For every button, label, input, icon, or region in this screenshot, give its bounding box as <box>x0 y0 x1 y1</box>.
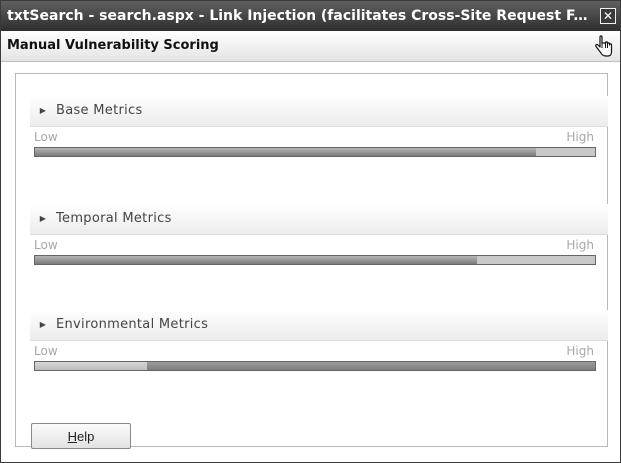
base-metrics-score-bar <box>34 147 596 157</box>
environmental-metrics-section: ▶ Environmental Metrics Low High <box>30 310 608 371</box>
scale-high-label: High <box>566 344 594 358</box>
scale-labels: Low High <box>30 341 608 361</box>
title-bar: txtSearch - search.aspx - Link Injection… <box>1 1 620 31</box>
base-metrics-section: ▶ Base Metrics Low High <box>30 96 608 157</box>
triangle-right-icon: ▶ <box>39 214 47 223</box>
score-bar-fill <box>35 256 478 264</box>
dialog-header: Manual Vulnerability Scoring <box>1 31 620 62</box>
scale-high-label: High <box>566 130 594 144</box>
scale-low-label: Low <box>34 238 58 252</box>
window-title: txtSearch - search.aspx - Link Injection… <box>7 8 589 24</box>
help-label: elp <box>77 428 95 444</box>
section-title: Environmental Metrics <box>56 317 209 332</box>
temporal-metrics-section: ▶ Temporal Metrics Low High <box>30 204 608 265</box>
scale-high-label: High <box>566 238 594 252</box>
scale-labels: Low High <box>30 127 608 147</box>
metrics-panel: ▶ Base Metrics Low High ▶ Temporal Metrics… <box>15 73 608 447</box>
dialog-subtitle: Manual Vulnerability Scoring <box>7 38 219 53</box>
triangle-right-icon: ▶ <box>39 106 47 115</box>
scale-low-label: Low <box>34 130 58 144</box>
help-mnemonic: H <box>67 428 78 444</box>
section-header-environmental-metrics[interactable]: ▶ Environmental Metrics <box>30 310 608 341</box>
score-bar-fill <box>35 148 537 156</box>
close-icon[interactable]: ✕ <box>600 8 616 24</box>
scale-labels: Low High <box>30 235 608 255</box>
section-title: Base Metrics <box>56 103 143 118</box>
score-bar-fill <box>35 362 147 370</box>
dialog-window: txtSearch - search.aspx - Link Injection… <box>0 0 621 463</box>
triangle-right-icon: ▶ <box>39 320 47 329</box>
help-button[interactable]: Help <box>31 423 131 449</box>
scale-low-label: Low <box>34 344 58 358</box>
section-title: Temporal Metrics <box>56 211 172 226</box>
environmental-metrics-score-bar <box>34 361 596 371</box>
section-header-temporal-metrics[interactable]: ▶ Temporal Metrics <box>30 204 608 235</box>
temporal-metrics-score-bar <box>34 255 596 265</box>
hand-cursor-icon <box>595 35 613 57</box>
section-header-base-metrics[interactable]: ▶ Base Metrics <box>30 96 608 127</box>
